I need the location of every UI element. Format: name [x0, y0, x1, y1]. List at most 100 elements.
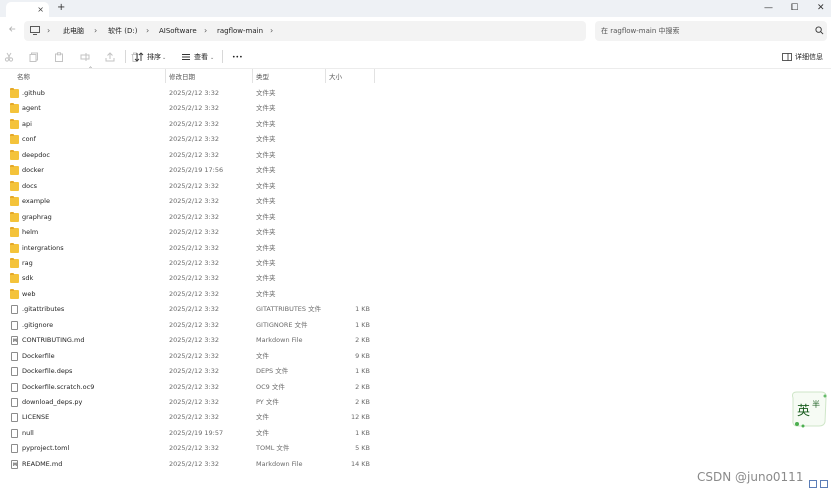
chevron-right-icon: ›: [270, 26, 274, 35]
column-divider[interactable]: [165, 69, 166, 83]
file-row[interactable]: Dockerfile 2025/2/12 3:32 文件 9 KB: [0, 349, 800, 364]
file-date: 2025/2/19 19:57: [169, 428, 224, 437]
file-row[interactable]: README.md 2025/2/12 3:32 Markdown File 14 K…: [0, 457, 800, 472]
file-row[interactable]: download_deps.py 2025/2/12 3:32 PY 文件 2 KB: [0, 395, 800, 410]
file-name: rag: [22, 258, 33, 267]
file-row[interactable]: Dockerfile.deps 2025/2/12 3:32 DEPS 文件 1 KB: [0, 364, 800, 379]
file-row[interactable]: sdk 2025/2/12 3:32 文件夹: [0, 271, 800, 286]
file-date: 2025/2/12 3:32: [169, 289, 219, 298]
file-icon: [11, 382, 18, 392]
file-type: PY 文件: [256, 398, 279, 406]
file-row[interactable]: web 2025/2/12 3:32 文件夹: [0, 287, 800, 302]
file-row[interactable]: example 2025/2/12 3:32 文件夹: [0, 194, 800, 209]
file-date: 2025/2/12 3:32: [169, 336, 219, 345]
list-view-icon[interactable]: [809, 480, 817, 488]
column-divider[interactable]: [252, 69, 253, 83]
file-size: 12 KB: [350, 413, 370, 422]
file-row[interactable]: intergrations 2025/2/12 3:32 文件夹: [0, 241, 800, 256]
chevron-right-icon: ›: [94, 26, 98, 35]
file-row[interactable]: pyproject.toml 2025/2/12 3:32 TOML 文件 5 KB: [0, 441, 800, 456]
crumb-aisoftware[interactable]: AISoftware: [159, 27, 197, 36]
view-button[interactable]: 查看: [194, 53, 208, 62]
watermark-text: CSDN @juno0111: [697, 470, 804, 484]
column-header-size[interactable]: 大小: [329, 73, 342, 81]
file-size: 1 KB: [355, 305, 370, 314]
file-row[interactable]: Dockerfile.scratch.oc9 2025/2/12 3:32 OC9 …: [0, 380, 800, 395]
file-icon: [11, 351, 18, 361]
file-row[interactable]: conf 2025/2/12 3:32 文件夹: [0, 132, 800, 147]
tiles-view-icon[interactable]: [820, 480, 828, 488]
folder-icon: [10, 242, 19, 253]
file-row[interactable]: docs 2025/2/12 3:32 文件夹: [0, 179, 800, 194]
file-row[interactable]: .gitignore 2025/2/12 3:32 GITIGNORE 文件 1 KB: [0, 318, 800, 333]
file-type: 文件夹: [256, 197, 276, 206]
crumb-this-pc[interactable]: 此电脑: [63, 27, 84, 36]
more-options-button[interactable]: •••: [232, 53, 243, 62]
file-size: 1 KB: [355, 428, 370, 437]
crumb-ragflow-main[interactable]: ragflow-main: [217, 27, 263, 36]
share-icon[interactable]: [105, 52, 115, 62]
details-button[interactable]: 详细信息: [795, 53, 823, 62]
file-row[interactable]: .github 2025/2/12 3:32 文件夹: [0, 86, 800, 101]
file-type: 文件: [256, 413, 269, 422]
file-type: 文件夹: [256, 243, 276, 252]
file-size: 2 KB: [355, 336, 370, 345]
minimize-button[interactable]: —: [764, 2, 773, 14]
file-size: 2 KB: [355, 382, 370, 391]
title-bar: [0, 0, 831, 17]
file-row[interactable]: CONTRIBUTING.md 2025/2/12 3:32 Markdown Fi…: [0, 333, 800, 348]
file-size: 9 KB: [355, 351, 370, 360]
file-row[interactable]: agent 2025/2/12 3:32 文件夹: [0, 101, 800, 116]
file-type: GITIGNORE 文件: [256, 320, 308, 329]
file-row[interactable]: deepdoc 2025/2/12 3:32 文件夹: [0, 148, 800, 163]
column-divider[interactable]: [325, 69, 326, 83]
file-row[interactable]: api 2025/2/12 3:32 文件夹: [0, 117, 800, 132]
file-row[interactable]: null 2025/2/19 19:57 文件 1 KB: [0, 426, 800, 441]
rename-icon[interactable]: [80, 52, 90, 62]
file-date: 2025/2/12 3:32: [169, 89, 219, 97]
file-name: pyproject.toml: [22, 444, 70, 453]
search-icon[interactable]: [815, 26, 824, 35]
file-row[interactable]: helm 2025/2/12 3:32 文件夹: [0, 225, 800, 240]
file-name: docs: [22, 181, 38, 190]
file-name: conf: [22, 135, 36, 144]
folder-icon: [10, 273, 19, 284]
file-icon: [11, 428, 18, 438]
file-date: 2025/2/12 3:32: [169, 243, 219, 252]
cut-icon[interactable]: [4, 52, 14, 62]
file-name: CONTRIBUTING.md: [22, 336, 85, 345]
column-header-date[interactable]: 修改日期: [169, 73, 195, 81]
ime-indicator[interactable]: 英 半: [789, 388, 829, 428]
maximize-button[interactable]: ⧠: [791, 2, 798, 14]
column-header-type[interactable]: 类型: [256, 73, 269, 81]
folder-icon: [10, 288, 19, 299]
file-name: sdk: [22, 274, 34, 283]
file-row[interactable]: rag 2025/2/12 3:32 文件夹: [0, 256, 800, 271]
file-type: 文件夹: [256, 104, 276, 113]
file-row[interactable]: .gitattributes 2025/2/12 3:32 GITATTRIBUTE…: [0, 302, 800, 317]
file-row[interactable]: graphrag 2025/2/12 3:32 文件夹: [0, 210, 800, 225]
file-name: example: [22, 197, 50, 206]
file-type: 文件夹: [256, 181, 276, 190]
crumb-drive-d[interactable]: 软件 (D:): [108, 27, 137, 36]
column-divider[interactable]: [374, 69, 375, 83]
back-arrow-icon[interactable]: [8, 25, 16, 33]
copy-icon[interactable]: [29, 52, 39, 62]
file-icon: [11, 305, 18, 315]
sort-button[interactable]: 排序: [147, 53, 161, 62]
window-tab[interactable]: ×: [6, 2, 49, 17]
paste-icon[interactable]: [54, 52, 64, 62]
new-tab-button[interactable]: +: [57, 2, 65, 14]
column-header-name[interactable]: 名称: [17, 73, 30, 81]
file-name: helm: [22, 228, 39, 237]
markdown-file-icon: [11, 336, 18, 346]
file-row[interactable]: LICENSE 2025/2/12 3:32 文件 12 KB: [0, 410, 800, 425]
close-window-button[interactable]: ✕: [817, 2, 825, 14]
file-name: api: [22, 119, 32, 128]
chevron-right-icon: ›: [146, 26, 150, 35]
file-size: 5 KB: [355, 444, 370, 453]
tab-close-button[interactable]: ×: [37, 4, 44, 15]
search-placeholder: 在 ragflow-main 中搜索: [601, 27, 680, 35]
folder-icon: [10, 134, 19, 145]
file-row[interactable]: docker 2025/2/19 17:56 文件夹: [0, 163, 800, 178]
